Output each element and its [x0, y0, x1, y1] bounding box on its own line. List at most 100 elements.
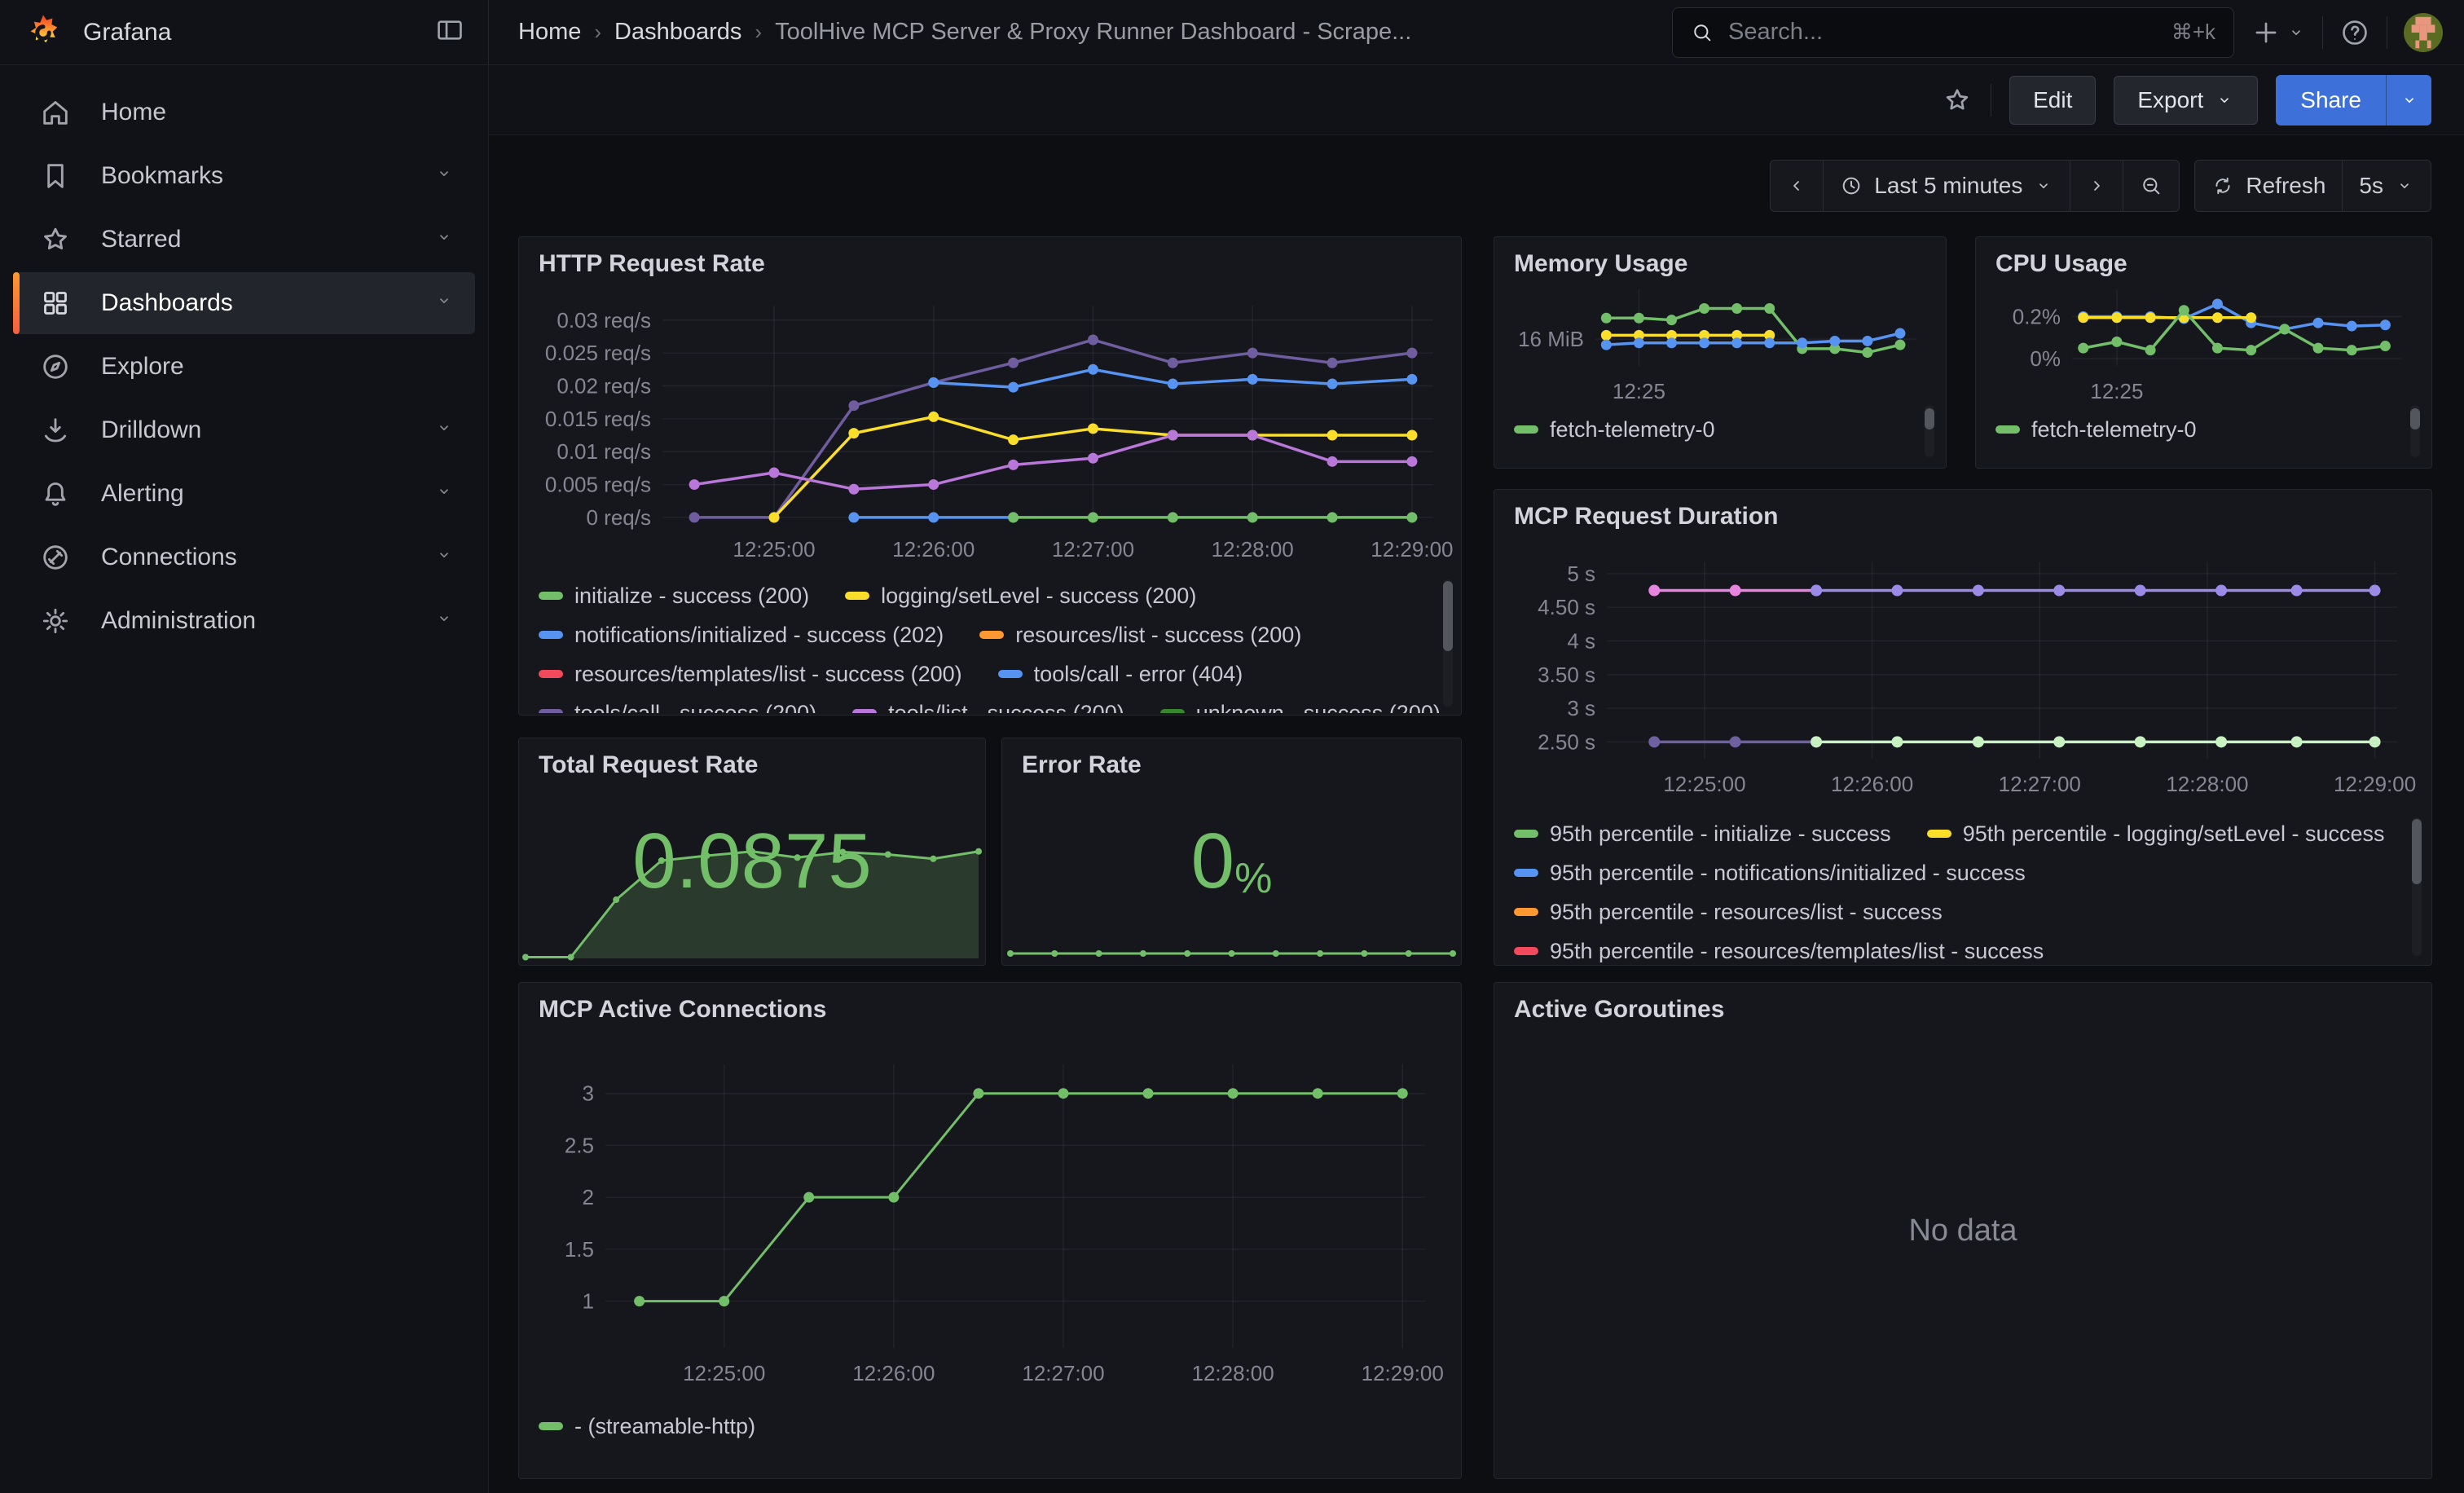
legend-scrollbar[interactable] [2410, 405, 2420, 457]
share-split-button: Share [2276, 75, 2431, 126]
legend-row: resources/templates/list - success (200)… [539, 654, 1454, 694]
time-shift-forward-button[interactable] [2070, 161, 2123, 211]
legend-item[interactable]: 95th percentile - resources/list - succe… [1514, 900, 1943, 925]
legend-item[interactable]: unknown - success (200) [1160, 701, 1441, 714]
legend-row: 95th percentile - notifications/initiali… [1514, 853, 2423, 892]
share-menu-button[interactable] [2386, 75, 2431, 126]
legend-item[interactable]: resources/templates/list - success (200) [539, 662, 962, 687]
time-range-picker[interactable]: Last 5 minutes [1823, 161, 2070, 211]
legend-item[interactable]: tools/list - success (200) [852, 701, 1124, 714]
cpu-usage-chart: 0.2%0%12:25 [1981, 280, 2423, 403]
sidebar-item-bookmarks[interactable]: Bookmarks [13, 145, 475, 207]
legend-chip [852, 709, 877, 713]
help-button[interactable] [2339, 17, 2370, 48]
legend-label: tools/list - success (200) [888, 701, 1124, 714]
breadcrumb-item[interactable]: ToolHive MCP Server & Proxy Runner Dashb… [775, 19, 1411, 46]
export-button[interactable]: Export [2114, 76, 2258, 125]
sidebar-item-label: Alerting [101, 480, 184, 508]
zoom-out-time-button[interactable] [2123, 161, 2179, 211]
sidebar-toggle-button[interactable] [434, 15, 465, 50]
time-controls: Last 5 minutes Refresh 5s [1770, 160, 2431, 212]
total-request-rate-value: 0.0875 [632, 822, 872, 901]
sidebar-item-connections[interactable]: Connections [13, 526, 475, 588]
add-new-button[interactable] [2251, 17, 2306, 48]
legend-label: notifications/initialized - success (202… [574, 623, 944, 648]
legend-item[interactable]: 95th percentile - logging/setLevel - suc… [1927, 821, 2385, 847]
panel-cpu-usage[interactable]: CPU Usage 0.2%0%12:25 fetch-telemetry-0 [1975, 236, 2432, 469]
panel-total-request-rate[interactable]: Total Request Rate 0.0875 [518, 738, 986, 966]
legend-scrollbar[interactable] [1443, 579, 1453, 707]
legend-item[interactable]: logging/setLevel - success (200) [845, 584, 1196, 609]
svg-text:12:29:00: 12:29:00 [1371, 537, 1453, 562]
legend-row: 95th percentile - resources/list - succe… [1514, 892, 2423, 931]
sidebar-item-starred[interactable]: Starred [13, 209, 475, 271]
search-input[interactable] [1727, 18, 2158, 46]
refresh-button[interactable]: Refresh [2195, 161, 2342, 211]
chevron-down-icon [434, 480, 454, 508]
error-rate-unit: % [1234, 855, 1272, 902]
svg-text:12:29:00: 12:29:00 [2334, 772, 2416, 796]
legend-item[interactable]: tools/call - error (404) [998, 662, 1243, 687]
panel-mcp-request-duration[interactable]: MCP Request Duration 5 s4.50 s4 s3.50 s3… [1494, 489, 2432, 966]
legend-item[interactable]: tools/call - success (200) [539, 701, 816, 714]
chevron-down-icon [434, 289, 454, 317]
legend-item[interactable]: - (streamable-http) [539, 1414, 755, 1439]
legend-item[interactable]: initialize - success (200) [539, 584, 809, 609]
legend-label: 95th percentile - resources/list - succe… [1550, 900, 1943, 925]
refresh-interval-label: 5s [2359, 173, 2383, 199]
edit-button[interactable]: Edit [2009, 76, 2096, 125]
memory-chart-svg: 16 MiB12:25 [1499, 280, 1938, 403]
legend-row: fetch-telemetry-0 [1995, 410, 2396, 449]
svg-text:12:25: 12:25 [1613, 379, 1665, 403]
panel-error-rate[interactable]: Error Rate 0% [1001, 738, 1462, 966]
drilldown-icon [39, 414, 72, 447]
legend-label: tools/call - error (404) [1034, 662, 1243, 687]
sidebar-item-administration[interactable]: Administration [13, 590, 475, 652]
svg-text:12:26:00: 12:26:00 [1831, 772, 1913, 796]
svg-text:1.5: 1.5 [565, 1237, 594, 1262]
sidebar-item-drilldown[interactable]: Drilldown [13, 399, 475, 461]
legend-scrollbar[interactable] [2412, 817, 2422, 956]
svg-text:1: 1 [583, 1289, 594, 1314]
memory-legend: fetch-telemetry-0 [1514, 410, 1910, 456]
legend-item[interactable]: 95th percentile - notifications/initiali… [1514, 861, 2026, 886]
sidebar-item-alerting[interactable]: Alerting [13, 463, 475, 525]
star-dashboard-button[interactable] [1942, 85, 1973, 116]
breadcrumb-separator: › [755, 20, 762, 45]
grafana-logo-icon [23, 12, 64, 53]
breadcrumb-item[interactable]: Home [518, 19, 581, 46]
chevron-down-icon [434, 226, 454, 253]
panel-memory-usage[interactable]: Memory Usage 16 MiB12:25 fetch-telemetry… [1494, 236, 1947, 469]
legend-chip [1514, 908, 1538, 916]
sidebar-item-explore[interactable]: Explore [13, 336, 475, 398]
panel-mcp-active-connections[interactable]: MCP Active Connections 11.522.5312:25:00… [518, 982, 1462, 1479]
panel-title: HTTP Request Rate [519, 237, 1461, 281]
legend-item[interactable]: fetch-telemetry-0 [1995, 417, 2197, 443]
panel-active-goroutines[interactable]: Active Goroutines No data [1494, 982, 2432, 1479]
search-box[interactable]: ⌘+k [1672, 7, 2234, 58]
legend-item[interactable]: 95th percentile - initialize - success [1514, 821, 1891, 847]
svg-text:12:26:00: 12:26:00 [892, 537, 975, 562]
user-avatar[interactable] [2404, 13, 2443, 52]
legend-label: resources/templates/list - success (200) [574, 662, 962, 687]
sidebar-item-dashboards[interactable]: Dashboards [13, 272, 475, 334]
stat-wrap: 0.0875 [519, 738, 985, 965]
legend-scrollbar[interactable] [1925, 405, 1934, 457]
svg-text:0.01 req/s: 0.01 req/s [557, 439, 651, 464]
legend-item[interactable]: notifications/initialized - success (202… [539, 623, 944, 648]
breadcrumb-item[interactable]: Dashboards [614, 19, 741, 46]
legend-row: notifications/initialized - success (202… [539, 615, 1454, 654]
legend-row: initialize - success (200) logging/setLev… [539, 576, 1454, 615]
refresh-interval-picker[interactable]: 5s [2342, 161, 2431, 211]
legend-item[interactable]: fetch-telemetry-0 [1514, 417, 1715, 443]
dashboard-toolbar: Edit Export Share [489, 65, 2464, 135]
sidebar-item-home[interactable]: Home [13, 81, 475, 143]
legend-item[interactable]: 95th percentile - resources/templates/li… [1514, 939, 2044, 963]
legend-row: 95th percentile - initialize - success 95… [1514, 814, 2423, 853]
time-shift-back-button[interactable] [1771, 161, 1823, 211]
legend-label: fetch-telemetry-0 [1550, 417, 1715, 443]
svg-text:12:25:00: 12:25:00 [683, 1361, 765, 1385]
legend-item[interactable]: resources/list - success (200) [979, 623, 1301, 648]
panel-http-request-rate[interactable]: HTTP Request Rate 0 req/s0.005 req/s0.01… [518, 236, 1462, 716]
share-button[interactable]: Share [2276, 75, 2386, 126]
